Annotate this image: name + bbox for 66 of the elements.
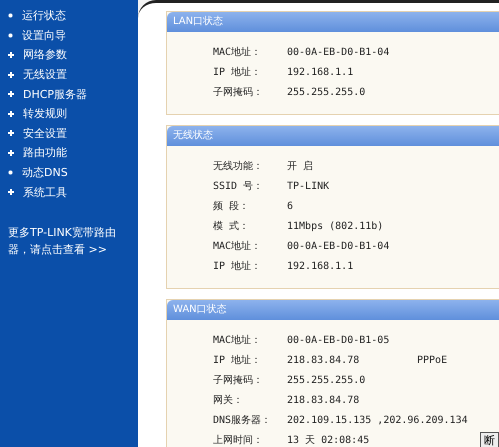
nav-link[interactable]: 运行状态	[8, 6, 138, 26]
field-value: 255.255.255.0	[287, 86, 366, 98]
field-value: 00-0A-EB-D0-B1-04	[287, 46, 390, 58]
panel-title: WAN口状态	[167, 300, 499, 320]
nav-label: 系统工具	[23, 184, 67, 200]
field-value: 255.255.255.0	[287, 374, 366, 386]
field-label: 无线功能：	[213, 160, 264, 173]
field-value: 00-0A-EB-D0-B1-04	[287, 240, 390, 252]
nav-label: DHCP服务器	[23, 86, 88, 102]
nav-link[interactable]: 无线设置	[8, 64, 138, 84]
plus-icon	[8, 189, 14, 196]
field-value: 192.168.1.1	[287, 66, 354, 78]
field-label: 上网时间：	[213, 434, 264, 447]
nav-link[interactable]: 转发规则	[8, 104, 138, 124]
disconnect-button[interactable]: 断	[480, 432, 499, 447]
nav-link[interactable]: 网络参数	[8, 45, 138, 65]
plus-icon	[8, 52, 14, 58]
field-label: DNS服务器：	[213, 414, 272, 427]
nav-link[interactable]: 路由功能	[8, 143, 138, 163]
nav-link[interactable]: 动态DNS	[8, 162, 138, 182]
field-label: 网关：	[213, 394, 244, 407]
field-value: 11Mbps (802.11b)	[287, 220, 384, 232]
field-label: 频 段：	[213, 200, 250, 213]
field-value: 13 天 02:08:45	[287, 434, 370, 447]
nav-label: 路由功能	[23, 145, 67, 160]
field-label: MAC地址：	[213, 334, 262, 347]
plus-icon	[8, 150, 14, 156]
nav-label: 网络参数	[23, 47, 67, 62]
field-label: MAC地址：	[213, 46, 262, 59]
field-label: IP 地址：	[213, 354, 262, 367]
field-value: 开 启	[287, 160, 314, 173]
nav-link[interactable]: 系统工具	[8, 182, 138, 202]
bullet-icon	[8, 13, 13, 18]
plus-icon	[8, 110, 14, 117]
nav-label: 转发规则	[23, 106, 67, 122]
field-value: 202.109.15.135 ,202.96.209.134	[287, 414, 468, 426]
panel-title: LAN口状态	[167, 12, 499, 32]
field-label: 子网掩码：	[213, 374, 264, 387]
connection-type: PPPoE	[417, 354, 448, 366]
field-label: IP 地址：	[213, 260, 262, 273]
bullet-icon	[8, 32, 13, 38]
field-label: SSID 号：	[213, 180, 264, 193]
field-value: TP-LINK	[287, 180, 330, 192]
nav-label: 安全设置	[23, 126, 67, 141]
nav-label: 动态DNS	[22, 165, 68, 180]
nav-link[interactable]: DHCP服务器	[8, 84, 138, 104]
nav-label: 设置向导	[22, 28, 66, 43]
nav-label: 无线设置	[23, 67, 67, 82]
nav-link[interactable]: 设置向导	[8, 26, 138, 46]
field-label: 子网掩码：	[213, 86, 264, 99]
field-value: 218.83.84.78	[287, 394, 360, 406]
bullet-icon	[8, 170, 13, 176]
field-value: 6	[287, 200, 294, 212]
field-value: 192.168.1.1	[287, 260, 354, 272]
plus-icon	[8, 130, 14, 136]
field-label: IP 地址：	[213, 66, 262, 79]
field-value: 00-0A-EB-D0-B1-05	[287, 334, 390, 346]
nav-link[interactable]: 安全设置	[8, 124, 138, 144]
plus-icon	[8, 72, 14, 78]
nav-label: 运行状态	[22, 8, 66, 24]
more-products-link[interactable]: 更多TP-LINK宽带路由器，请点击查看 >>	[8, 224, 133, 258]
field-label: MAC地址：	[213, 240, 262, 253]
field-label: 模 式：	[213, 220, 250, 233]
panel-title: 无线状态	[167, 126, 499, 146]
field-value: 218.83.84.78	[287, 354, 360, 366]
plus-icon	[8, 91, 14, 98]
